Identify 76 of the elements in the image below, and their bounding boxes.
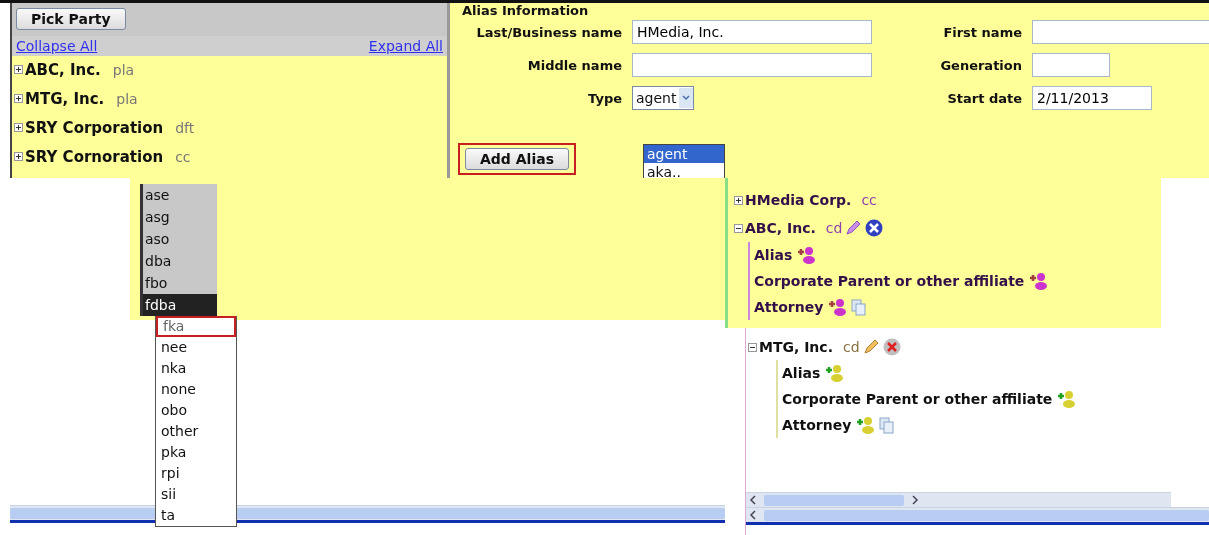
node-label[interactable]: Alias: [782, 365, 821, 381]
dropdown-option[interactable]: aso: [143, 228, 217, 250]
dropdown-option[interactable]: rpi: [156, 463, 236, 484]
dropdown-option[interactable]: ase: [143, 184, 217, 206]
collapse-icon[interactable]: [748, 342, 757, 352]
caret-icon[interactable]: [679, 88, 694, 108]
scrollbar[interactable]: [746, 507, 1209, 525]
field-label: Generation: [939, 57, 1023, 73]
dropdown-option[interactable]: fdba: [143, 294, 217, 316]
delete-icon[interactable]: [864, 218, 885, 238]
dropdown-option[interactable]: nee: [156, 337, 236, 358]
node-label[interactable]: Attorney: [782, 417, 852, 433]
party-role: cc: [861, 192, 877, 208]
dropdown-option[interactable]: obo: [156, 400, 236, 421]
dropdown-option[interactable]: asg: [143, 206, 217, 228]
party-name[interactable]: SRY Cornoration: [25, 147, 164, 166]
party-role: cd: [842, 339, 860, 355]
expand-icon[interactable]: [14, 65, 23, 74]
party-role: dft: [175, 119, 195, 136]
node-label[interactable]: Attorney: [754, 299, 824, 315]
delete-icon[interactable]: [881, 337, 902, 357]
dropdown-option[interactable]: pka: [156, 442, 236, 463]
node-label[interactable]: Corporate Parent or other affiliate: [782, 391, 1053, 407]
dropdown-option[interactable]: dba: [143, 250, 217, 272]
party-role: pla: [112, 61, 135, 78]
scrollbar[interactable]: [746, 492, 1171, 507]
expand-icon[interactable]: [734, 195, 743, 205]
dropdown-option[interactable]: agent: [644, 145, 724, 163]
expand-all-link[interactable]: Expand All: [368, 38, 443, 54]
collapse-all-link[interactable]: Collapse All: [16, 38, 98, 54]
people-add-icon[interactable]: [796, 246, 817, 264]
date-field[interactable]: 2/11/2013: [1032, 86, 1152, 110]
party-name[interactable]: ABC, Inc.: [745, 220, 816, 236]
field-label: Start date: [946, 90, 1023, 106]
collapse-icon[interactable]: [734, 223, 743, 233]
field-label: First name: [942, 24, 1023, 40]
dropdown-option[interactable]: fka: [156, 316, 236, 337]
text-field[interactable]: HMedia, Inc.: [632, 20, 872, 44]
party-name[interactable]: SRY Corporation: [25, 118, 164, 137]
expand-icon[interactable]: [14, 152, 23, 161]
text-field[interactable]: [632, 53, 872, 77]
dropdown-option[interactable]: ta: [156, 505, 236, 526]
party-name[interactable]: MTG, Inc.: [25, 89, 105, 108]
scroll-right-icon[interactable]: [911, 495, 919, 505]
type-select[interactable]: agent: [632, 86, 695, 110]
people-add-icon[interactable]: [1056, 390, 1077, 408]
dropdown-option[interactable]: sii: [156, 484, 236, 505]
field-label: Last/Business name: [475, 24, 623, 40]
party-name[interactable]: MTG, Inc.: [759, 339, 833, 355]
node-label[interactable]: Corporate Parent or other affiliate: [754, 273, 1025, 289]
people-add-icon[interactable]: [855, 416, 876, 434]
dropdown-option[interactable]: none: [156, 379, 236, 400]
field-label: Middle name: [526, 57, 623, 73]
node-label[interactable]: Alias: [754, 247, 793, 263]
party-role: pla: [116, 90, 138, 107]
pick-party-button[interactable]: Pick Party: [16, 8, 126, 30]
party-name[interactable]: ABC, Inc.: [25, 60, 101, 79]
pencil-icon[interactable]: [844, 219, 863, 237]
add-alias-button[interactable]: Add Alias: [465, 148, 569, 170]
party-role: cd: [825, 220, 843, 236]
expand-icon[interactable]: [14, 123, 23, 132]
party-name[interactable]: HMedia Corp.: [745, 192, 852, 208]
text-field[interactable]: [1032, 20, 1209, 44]
people-add-icon[interactable]: [827, 298, 848, 316]
section-title: Alias Information: [462, 3, 590, 18]
dropdown-option[interactable]: other: [156, 421, 236, 442]
party-role: cc: [175, 148, 191, 165]
field-label: Type: [587, 90, 623, 106]
dropdown-option[interactable]: aka..: [644, 163, 724, 180]
expand-icon[interactable]: [14, 94, 23, 103]
people-add-icon[interactable]: [1028, 272, 1049, 290]
dropdown-option[interactable]: fbo: [143, 272, 217, 294]
pencil-icon[interactable]: [861, 338, 880, 356]
generation-field[interactable]: [1032, 53, 1110, 77]
dropdown-option[interactable]: nka: [156, 358, 236, 379]
people-add-icon[interactable]: [824, 364, 845, 382]
